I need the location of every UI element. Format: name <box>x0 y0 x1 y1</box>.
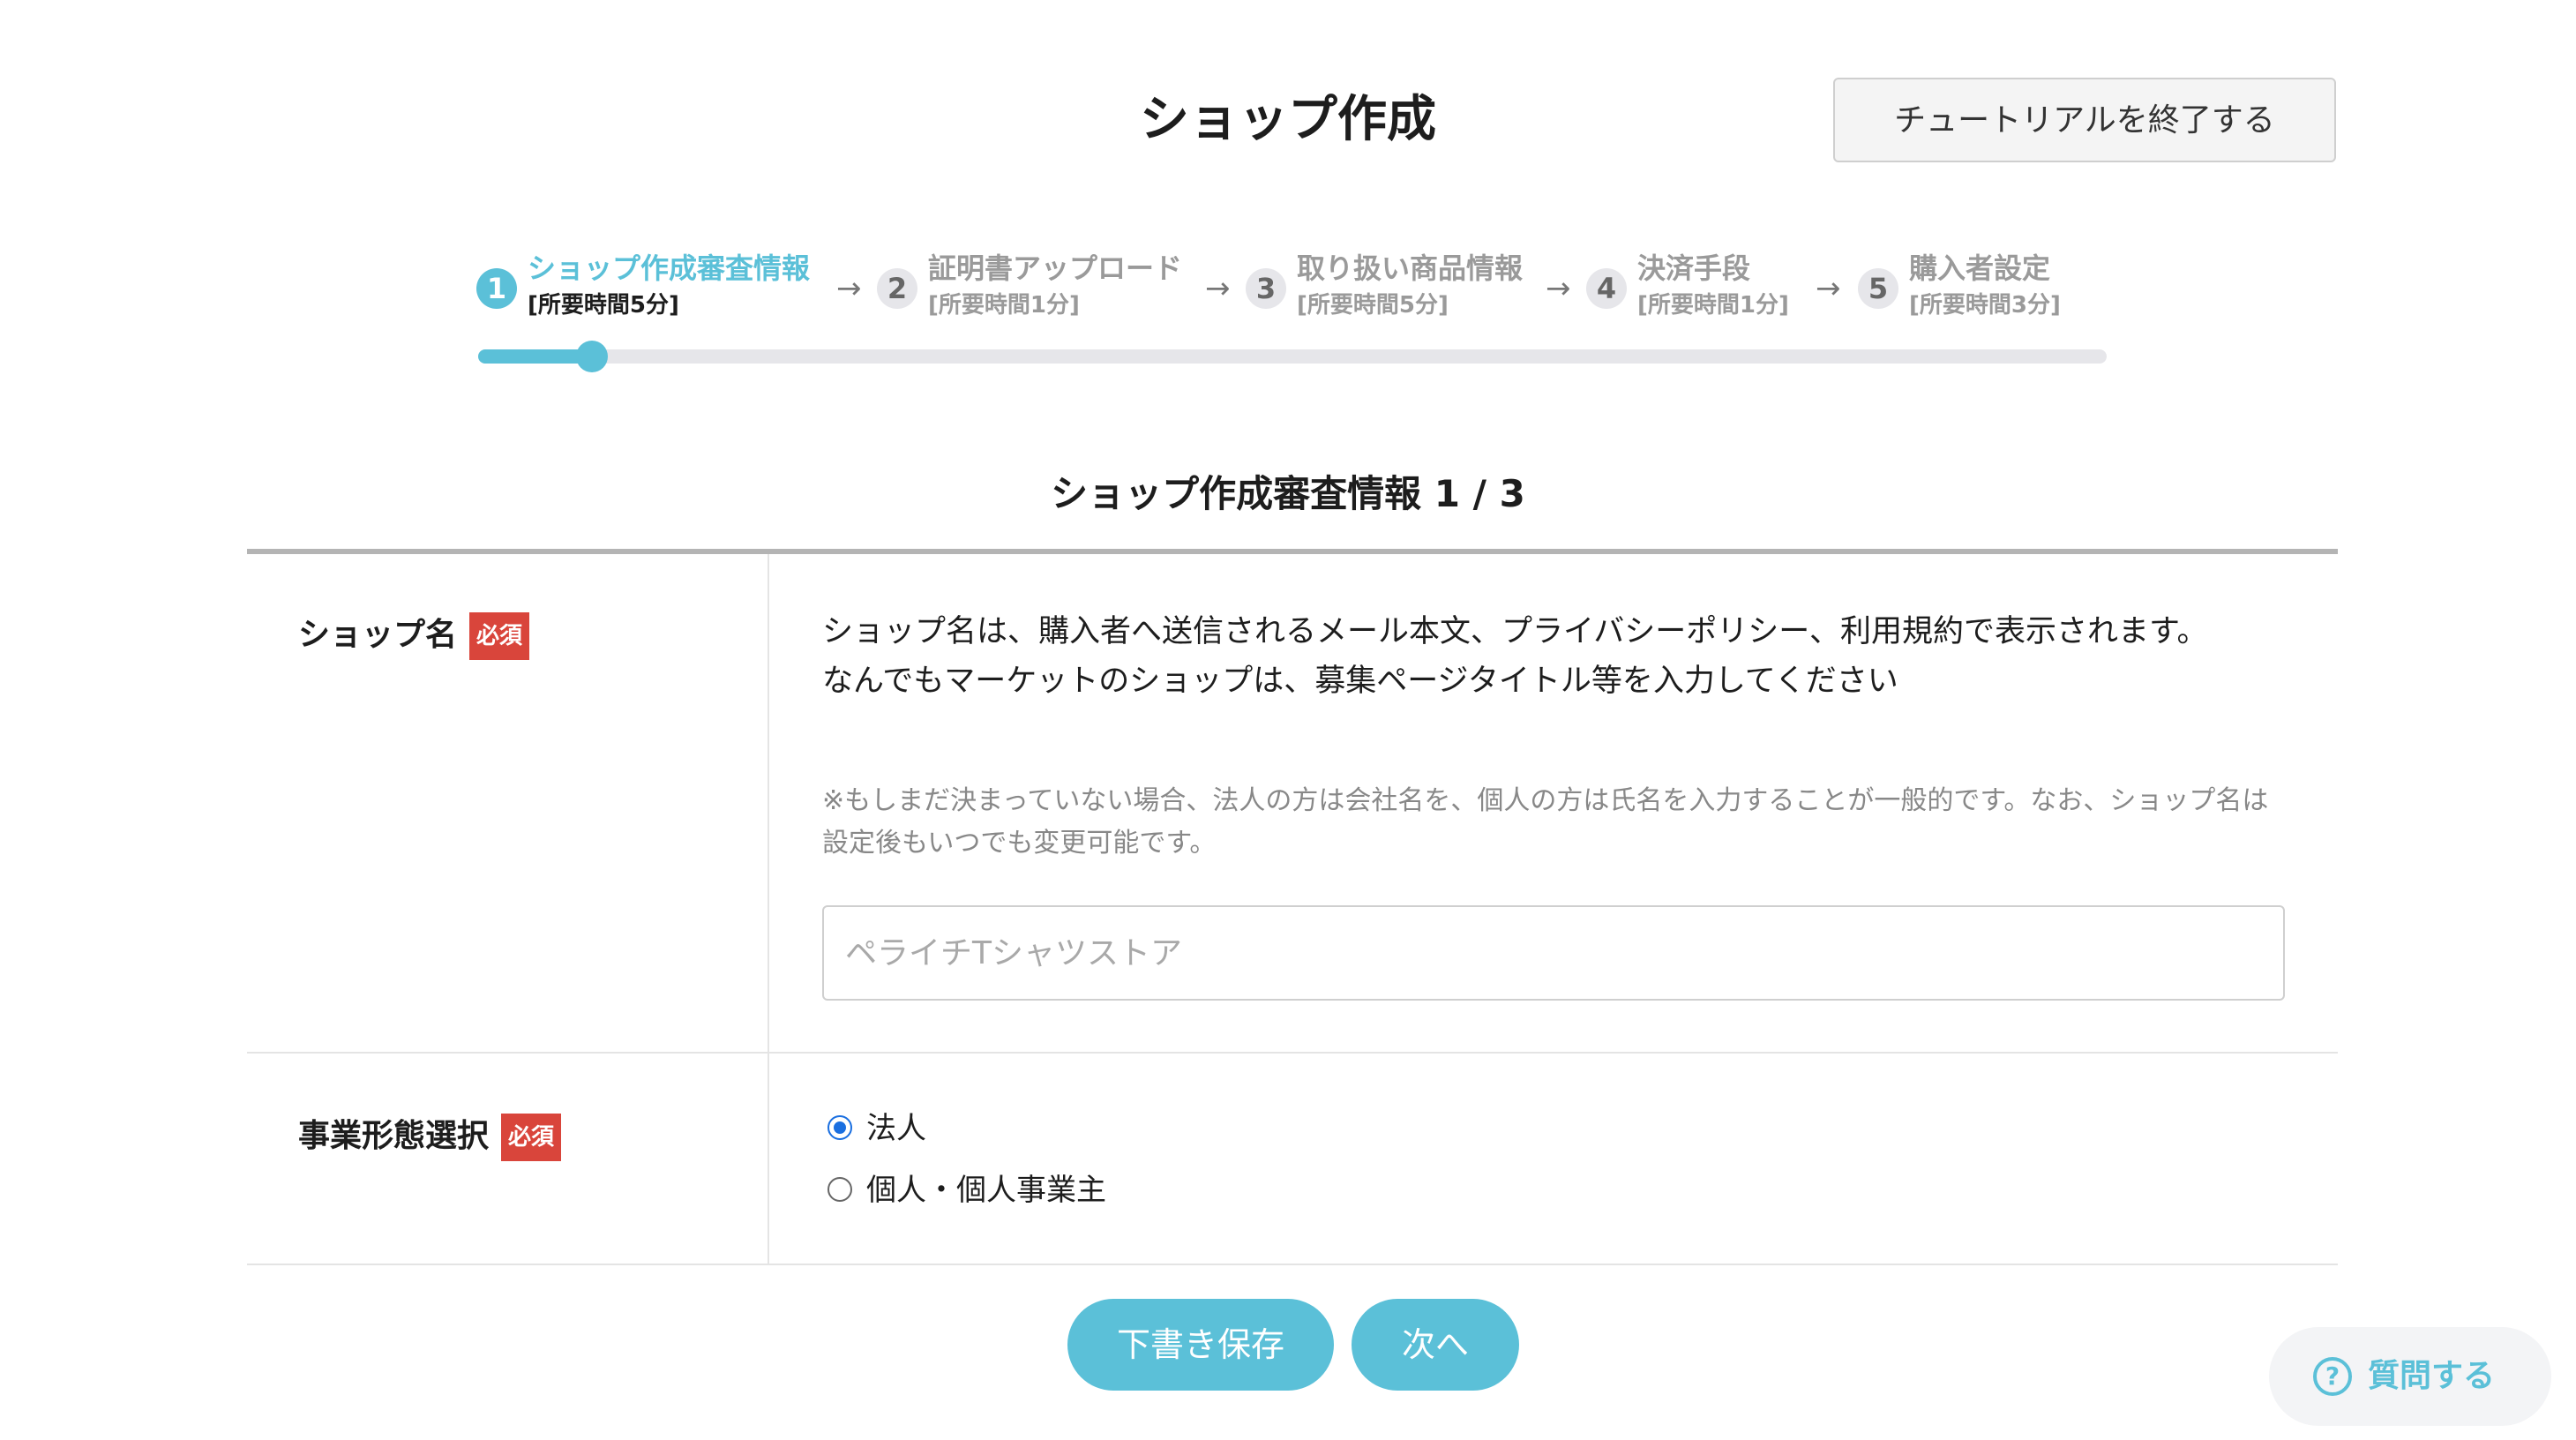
end-tutorial-button[interactable]: チュートリアルを終了する <box>1833 78 2336 162</box>
section-divider <box>247 549 2338 554</box>
arrow-right-icon: → <box>1205 271 1231 306</box>
business-type-label: 事業形態選択 必須 <box>298 1112 562 1161</box>
progress-bar <box>478 341 2107 372</box>
progress-fill <box>478 349 593 364</box>
help-label: 質問する <box>2368 1358 2496 1394</box>
step-number: 3 <box>1246 268 1286 309</box>
step-label: 決済手段 <box>1637 251 1751 285</box>
step-duration: [所要時間3分] <box>1909 292 2061 319</box>
help-button[interactable]: ? 質問する <box>2269 1327 2551 1426</box>
field-label-text: 事業形態選択 <box>298 1118 490 1154</box>
form-column-divider <box>768 554 769 1265</box>
step-label: 取り扱い商品情報 <box>1297 251 1524 285</box>
radio-label: 法人 <box>866 1111 926 1146</box>
section-title: ショップ作成審査情報 1 / 3 <box>1051 472 1525 515</box>
required-badge: 必須 <box>501 1114 562 1161</box>
arrow-right-icon: → <box>1546 271 1571 306</box>
shop-name-input[interactable] <box>822 905 2285 1001</box>
step-duration: [所要時間1分] <box>928 292 1080 319</box>
shop-name-label: ショップ名 必須 <box>298 611 530 660</box>
next-button[interactable]: 次へ <box>1352 1299 1519 1391</box>
shop-name-note: ※もしまだ決まっていない場合、法人の方は会社名を、個人の方は氏名を入力することが… <box>822 785 2269 859</box>
required-badge: 必須 <box>469 612 530 660</box>
step-label: 証明書アップロード <box>928 251 1183 285</box>
step-number: 1 <box>476 268 517 309</box>
description-line: ショップ名は、購入者へ送信されるメール本文、プライバシーポリシー、利用規約で表示… <box>822 614 2208 649</box>
step-number: 4 <box>1586 268 1627 309</box>
arrow-right-icon: → <box>836 271 862 306</box>
arrow-right-icon: → <box>1816 271 1841 306</box>
row-divider <box>247 1052 2338 1054</box>
step-duration: [所要時間5分] <box>528 292 679 319</box>
description-line: なんでもマーケットのショップは、募集ページタイトル等を入力してください <box>822 664 1898 699</box>
question-icon: ? <box>2313 1357 2352 1396</box>
stepper: 1 ショップ作成審査情報 [所要時間5分] → 2 証明書アップロード [所要時… <box>476 249 2108 328</box>
step-duration: [所要時間5分] <box>1297 292 1449 319</box>
step-duration: [所要時間1分] <box>1637 292 1789 319</box>
step-number: 2 <box>877 268 917 309</box>
radio-label: 個人・個人事業主 <box>866 1173 1106 1208</box>
radio-button[interactable] <box>827 1177 852 1202</box>
step-number: 5 <box>1858 268 1898 309</box>
step-label: ショップ作成審査情報 <box>528 251 811 285</box>
field-label-text: ショップ名 <box>298 617 458 653</box>
progress-knob <box>576 341 609 372</box>
step-label: 購入者設定 <box>1909 251 2051 285</box>
shop-name-description: ショップ名は、購入者へ送信されるメール本文、プライバシーポリシー、利用規約で表示… <box>822 607 2287 706</box>
save-draft-button[interactable]: 下書き保存 <box>1067 1299 1334 1391</box>
row-divider <box>247 1264 2338 1265</box>
radio-button-checked[interactable] <box>827 1115 852 1140</box>
